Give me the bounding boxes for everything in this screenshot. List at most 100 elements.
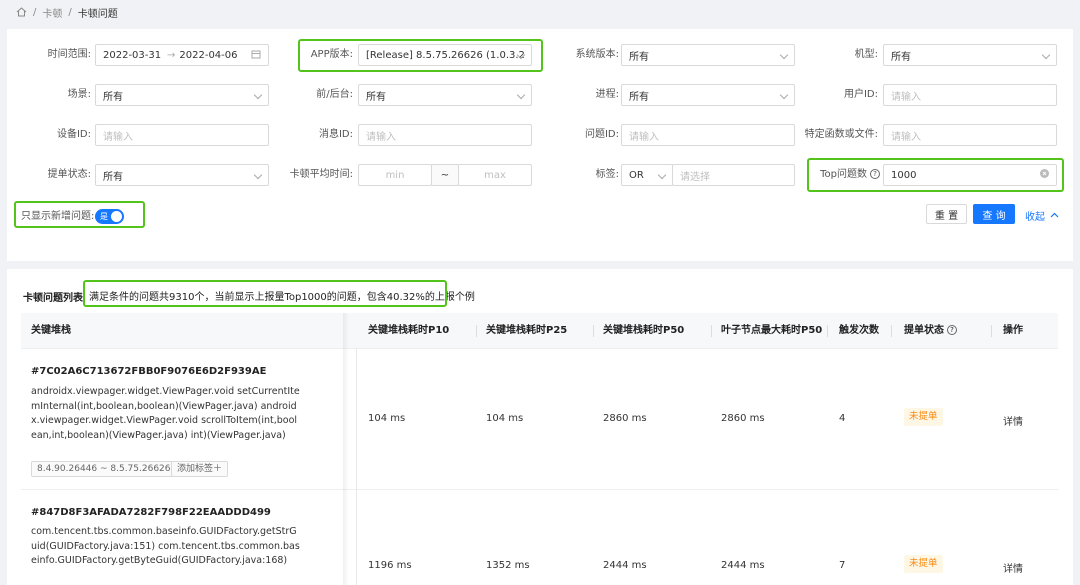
- breadcrumb-separator: /: [33, 6, 37, 18]
- model-select[interactable]: 所有: [883, 44, 1057, 66]
- process-label: 进程:: [595, 89, 619, 100]
- home-icon[interactable]: [16, 7, 27, 17]
- stack-cell: #847D8F3AFADA7282F798F22EAADDD499 com.te…: [21, 490, 357, 585]
- reset-button[interactable]: 重 置: [926, 204, 967, 224]
- issue-list-panel: 卡顿问题列表 满足条件的问题共9310个，当前显示上报量Top1000的问题，包…: [7, 269, 1073, 585]
- message-id-placeholder: 请输入: [366, 131, 396, 143]
- version-tag: 8.4.90.26446 ~ 8.5.75.26626: [31, 461, 177, 477]
- collapse-text: 收起: [1025, 212, 1045, 223]
- col-action: 操作: [1003, 325, 1023, 336]
- add-tag-button[interactable]: 添加标签＋: [171, 461, 229, 477]
- table-row: #7C02A6C713672FBB0F9076E6D2F939AE androi…: [21, 349, 1058, 490]
- process-select[interactable]: 所有: [621, 84, 795, 106]
- tilde-text: ~: [440, 169, 450, 181]
- breadcrumb-item-current: 卡顿问题: [77, 8, 118, 20]
- avg-lag-time-max-input[interactable]: max: [458, 164, 532, 186]
- max-placeholder: max: [484, 169, 506, 181]
- issue-id-placeholder: 请输入: [629, 131, 659, 143]
- table-row: #847D8F3AFADA7282F798F22EAADDD499 com.te…: [21, 490, 1058, 585]
- ticket-status-label: 提单状态:: [47, 169, 91, 180]
- process-field: 进程: 所有: [543, 84, 807, 106]
- min-placeholder: min: [385, 169, 405, 181]
- filter-panel: 时间范围: 2022-03-31 → 2022-04-06 APP版本: [Re…: [7, 29, 1073, 261]
- collapse-link[interactable]: 收起: [1025, 208, 1059, 223]
- time-range-field: 时间范围: 2022-03-31 → 2022-04-06: [7, 44, 277, 66]
- end-date: 2022-04-06: [179, 49, 238, 61]
- highlight-summary: [83, 280, 447, 307]
- issue-id-input[interactable]: 请输入: [621, 124, 795, 146]
- breadcrumb-item-lag[interactable]: 卡顿: [42, 5, 62, 20]
- col-p50[interactable]: 关键堆栈耗时P50: [603, 313, 684, 349]
- count-value: 7: [839, 560, 846, 571]
- tags-logic-select[interactable]: OR: [621, 164, 673, 186]
- fixed-column-shadow: [343, 313, 349, 585]
- col-p10[interactable]: 关键堆栈耗时P10: [368, 313, 449, 349]
- tags-label: 标签:: [595, 169, 619, 180]
- user-id-input[interactable]: 请输入: [883, 84, 1057, 106]
- highlight-only-new: [14, 201, 145, 228]
- model-label: 机型:: [854, 49, 878, 60]
- message-id-input[interactable]: 请输入: [358, 124, 532, 146]
- device-id-placeholder: 请输入: [103, 131, 133, 143]
- device-id-label: 设备ID:: [56, 129, 91, 140]
- stack-trace: androidx.viewpager.widget.ViewPager.void…: [31, 386, 300, 441]
- tags-placeholder: 请选择: [680, 171, 710, 183]
- table-header: 关键堆栈 关键堆栈耗时P10 关键堆栈耗时P25 关键堆栈耗时P50 叶子节点最…: [21, 313, 1058, 349]
- stack-id[interactable]: #7C02A6C713672FBB0F9076E6D2F939AE: [31, 366, 266, 377]
- highlight-app-version: [298, 39, 543, 72]
- calendar-icon: [251, 49, 261, 62]
- ticket-status-value: 所有: [103, 171, 123, 183]
- user-id-placeholder: 请输入: [891, 91, 921, 103]
- col-count[interactable]: 触发次数: [839, 313, 879, 349]
- system-version-select[interactable]: 所有: [621, 44, 795, 66]
- model-field: 机型: 所有: [807, 44, 1067, 66]
- p50-value: 2444 ms: [603, 560, 647, 571]
- device-id-input[interactable]: 请输入: [95, 124, 269, 146]
- question-circle-icon[interactable]: ?: [947, 325, 957, 335]
- status-badge: 未提单: [904, 555, 943, 573]
- user-id-label: 用户ID:: [843, 89, 878, 100]
- specific-func-label: 特定函数或文件:: [804, 129, 878, 140]
- fg-bg-select[interactable]: 所有: [358, 84, 532, 106]
- stack-trace: com.tencent.tbs.common.baseinfo.GUIDFact…: [31, 526, 300, 566]
- leaf-p50-value: 2860 ms: [721, 413, 765, 424]
- p50-value: 2860 ms: [603, 413, 647, 424]
- range-tilde: ~: [431, 164, 459, 186]
- ticket-status-select[interactable]: 所有: [95, 164, 269, 186]
- p10-value: 1196 ms: [368, 560, 412, 571]
- avg-lag-time-label: 卡顿平均时间:: [289, 169, 353, 180]
- breadcrumb-separator: /: [68, 6, 72, 18]
- fg-bg-value: 所有: [366, 91, 386, 103]
- col-status-text: 提单状态: [904, 325, 944, 336]
- time-range-picker[interactable]: 2022-03-31 → 2022-04-06: [95, 44, 269, 66]
- tags-select[interactable]: 请选择: [672, 164, 795, 186]
- col-leaf-p50[interactable]: 叶子节点最大耗时P50: [721, 313, 822, 349]
- header-divider: [711, 325, 712, 337]
- user-id-field: 用户ID: 请输入: [807, 84, 1067, 106]
- highlight-top-issues: [807, 158, 1064, 192]
- message-id-label: 消息ID:: [318, 129, 353, 140]
- avg-lag-time-min-input[interactable]: min: [358, 164, 432, 186]
- p10-value: 104 ms: [368, 413, 406, 424]
- ticket-status-field: 提单状态: 所有: [7, 164, 277, 186]
- query-button[interactable]: 查 询: [973, 204, 1015, 224]
- fg-bg-field: 前/后台: 所有: [277, 84, 543, 106]
- header-divider: [593, 325, 594, 337]
- scene-select[interactable]: 所有: [95, 84, 269, 106]
- system-version-field: 系统版本: 所有: [543, 44, 807, 66]
- header-divider: [476, 325, 477, 337]
- detail-link[interactable]: 详情: [1003, 560, 1023, 575]
- p25-value: 1352 ms: [486, 560, 530, 571]
- chevron-up-icon: [1050, 210, 1059, 221]
- detail-link[interactable]: 详情: [1003, 413, 1023, 428]
- tags-field: 标签: OR 请选择: [543, 164, 807, 186]
- col-status: 提单状态?: [904, 313, 957, 349]
- col-p25[interactable]: 关键堆栈耗时P25: [486, 313, 567, 349]
- system-version-label: 系统版本:: [575, 49, 619, 60]
- stack-id[interactable]: #847D8F3AFADA7282F798F22EAADDD499: [31, 507, 271, 518]
- message-id-field: 消息ID: 请输入: [277, 124, 543, 146]
- avg-lag-time-field: 卡顿平均时间: min ~ max: [277, 164, 543, 186]
- scene-value: 所有: [103, 91, 123, 103]
- specific-func-input[interactable]: 请输入: [883, 124, 1057, 146]
- fg-bg-label: 前/后台:: [316, 89, 353, 100]
